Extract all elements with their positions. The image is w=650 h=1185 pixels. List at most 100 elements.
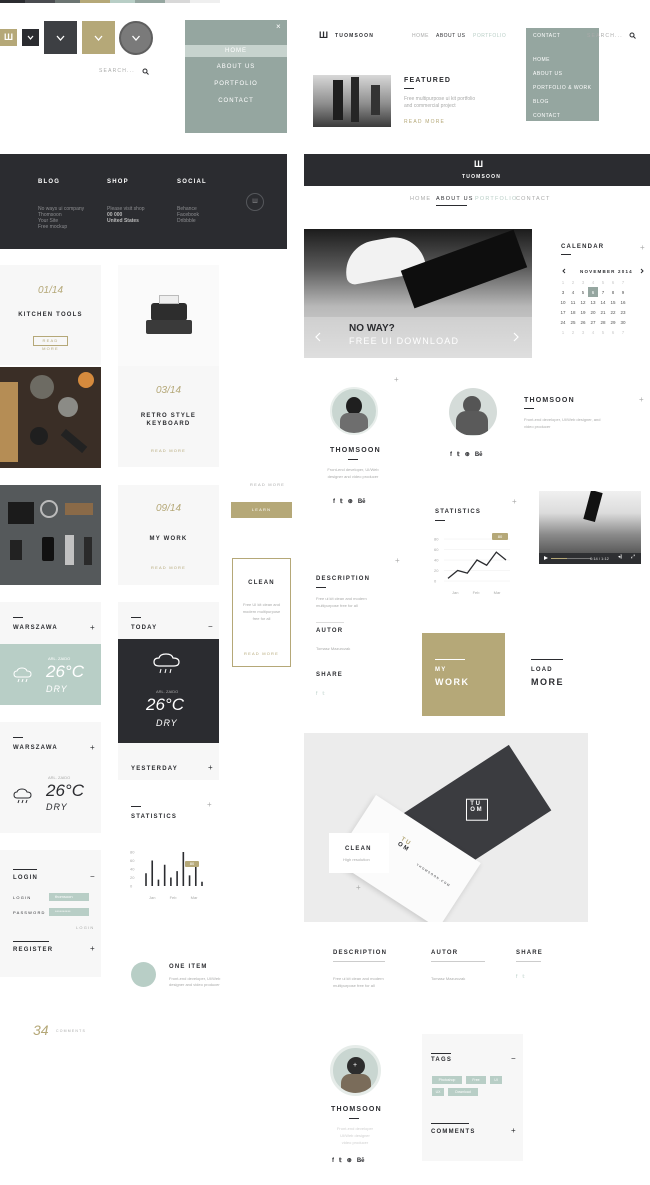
register-title[interactable]: REGISTER (13, 947, 53, 953)
center-nav-contact[interactable]: CONTACT (516, 196, 551, 202)
calendar-day[interactable]: 20 (588, 307, 598, 317)
calendar-day[interactable]: 25 (568, 317, 578, 327)
menu-item-home[interactable]: HOME (185, 45, 287, 57)
dropdown-button-dark[interactable] (44, 21, 77, 54)
calendar-day[interactable]: 23 (618, 307, 628, 317)
facebook-icon[interactable]: f (332, 1158, 334, 1164)
twitter-icon[interactable]: 𝕥 (340, 499, 343, 505)
calendar-day[interactable]: 10 (558, 297, 568, 307)
calendar-expand-icon[interactable]: + (640, 243, 645, 252)
calendar-day[interactable]: 5 (598, 277, 608, 287)
calendar-day[interactable]: 4 (588, 277, 598, 287)
calendar-day[interactable]: 9 (618, 287, 628, 297)
nav-about[interactable]: ABOUT US (436, 33, 465, 39)
avatar[interactable]: + (330, 1045, 381, 1096)
behance-icon[interactable]: Bē (475, 452, 483, 458)
tag[interactable]: UX (432, 1088, 444, 1096)
header-logo[interactable]: Ш (319, 30, 328, 40)
search-icon[interactable] (142, 68, 149, 75)
card-link[interactable]: READ MORE (118, 565, 219, 570)
footer-logo-circle[interactable]: Ш (246, 193, 264, 211)
facebook-icon[interactable]: f (516, 974, 517, 980)
calendar-day[interactable]: 14 (598, 297, 608, 307)
profile-expand-icon[interactable]: + (394, 375, 399, 384)
facebook-icon[interactable]: f (450, 452, 452, 458)
tag[interactable]: Free (466, 1076, 486, 1084)
calendar-day[interactable]: 7 (618, 327, 628, 337)
calendar-day[interactable]: 2 (568, 327, 578, 337)
menu-item-contact[interactable]: CONTACT (185, 98, 287, 104)
calendar-day[interactable]: 19 (578, 307, 588, 317)
center-nav-home[interactable]: HOME (410, 196, 431, 202)
kitchen-image[interactable] (0, 367, 101, 468)
calendar-day[interactable]: 15 (608, 297, 618, 307)
expand-icon[interactable]: + (208, 763, 213, 772)
tag[interactable]: Download (448, 1088, 478, 1096)
tag[interactable]: Photoshop (432, 1076, 462, 1084)
slider-prev-icon[interactable] (314, 332, 322, 342)
dribbble-icon[interactable]: ⊛ (347, 1158, 352, 1164)
search-icon[interactable] (629, 32, 636, 39)
center-logo[interactable]: Ш (474, 159, 483, 169)
hero-slider[interactable]: NO WAY? FREE UI DOWNLOAD (304, 229, 532, 358)
dribbble-icon[interactable]: ⊛ (465, 452, 470, 458)
avatar[interactable] (330, 387, 378, 435)
calendar-day[interactable]: 4 (568, 287, 578, 297)
behance-icon[interactable]: Bē (357, 1158, 365, 1164)
dropdown-button-round[interactable] (119, 21, 153, 55)
yesterday-label[interactable]: YESTERDAY (131, 766, 178, 772)
calendar-day[interactable]: 6 (608, 327, 618, 337)
twitter-icon[interactable]: 𝕥 (522, 974, 524, 980)
calendar-day[interactable]: 2 (568, 277, 578, 287)
login-field[interactable]: thomsoon (49, 893, 89, 901)
featured-image[interactable] (313, 75, 391, 127)
calendar-day[interactable]: 21 (598, 307, 608, 317)
calendar-day[interactable]: 7 (598, 287, 608, 297)
stats-expand-icon[interactable]: + (207, 800, 212, 809)
nav-portfolio[interactable]: PORTFOLIO (473, 33, 506, 39)
video-player[interactable]: 0:14 / 1:12 ◂) ⤢ (539, 491, 641, 564)
card-link[interactable]: READ MORE (118, 448, 219, 453)
collapse-icon[interactable]: − (90, 872, 95, 881)
center-nav-portfolio[interactable]: PORTFOLIO (475, 196, 517, 202)
stats-expand-icon[interactable]: + (512, 497, 517, 506)
calendar-prev-icon[interactable] (561, 268, 567, 274)
nav-contact[interactable]: CONTACT (533, 33, 560, 39)
calendar-day[interactable]: 3 (578, 277, 588, 287)
fullscreen-icon[interactable]: ⤢ (631, 554, 635, 560)
calendar-day[interactable]: 7 (618, 277, 628, 287)
business-card-mockup[interactable]: T UO M T UO M THOMSOON.COM CLEAN High re… (304, 733, 588, 922)
desc-expand-icon[interactable]: + (395, 556, 400, 565)
calendar-day[interactable]: 5 (598, 327, 608, 337)
item-circle[interactable] (131, 962, 156, 987)
submenu-portfolio[interactable]: PORTFOLIO & WORK (533, 85, 591, 91)
expand-icon[interactable]: + (90, 743, 95, 752)
expand-icon[interactable]: + (90, 944, 95, 953)
header-search-input[interactable]: SEARCH... (587, 33, 623, 39)
footer-blog-line[interactable]: Free mockup (38, 224, 84, 230)
clean-link[interactable]: READ MORE (233, 651, 290, 656)
menu-item-about[interactable]: ABOUT US (185, 64, 287, 70)
twitter-icon[interactable]: 𝕥 (457, 452, 460, 458)
dropdown-button-small[interactable] (22, 29, 39, 46)
calendar-day[interactable]: 30 (618, 317, 628, 327)
calendar-day[interactable]: 13 (588, 297, 598, 307)
close-icon[interactable]: × (276, 22, 281, 31)
calendar-day[interactable]: 26 (578, 317, 588, 327)
calendar-day[interactable]: 11 (568, 297, 578, 307)
calendar-next-icon[interactable] (639, 268, 645, 274)
collapse-icon[interactable]: − (208, 622, 213, 631)
submenu-about[interactable]: ABOUT US (533, 71, 591, 77)
calendar-day[interactable]: 6 (608, 277, 618, 287)
submenu-blog[interactable]: BLOG (533, 99, 591, 105)
nav-home[interactable]: HOME (412, 33, 429, 39)
facebook-icon[interactable]: f (333, 499, 335, 505)
calendar-day[interactable]: 6 (588, 287, 598, 297)
read-more-small[interactable]: READ MORE (250, 482, 285, 487)
dropdown-button-khaki[interactable] (82, 21, 115, 54)
video-progress[interactable] (551, 558, 591, 559)
profile-expand-icon[interactable]: + (639, 395, 644, 404)
calendar-day[interactable]: 3 (558, 287, 568, 297)
accessories-image[interactable] (0, 485, 101, 585)
khaki-button[interactable]: LEARN (231, 502, 292, 518)
